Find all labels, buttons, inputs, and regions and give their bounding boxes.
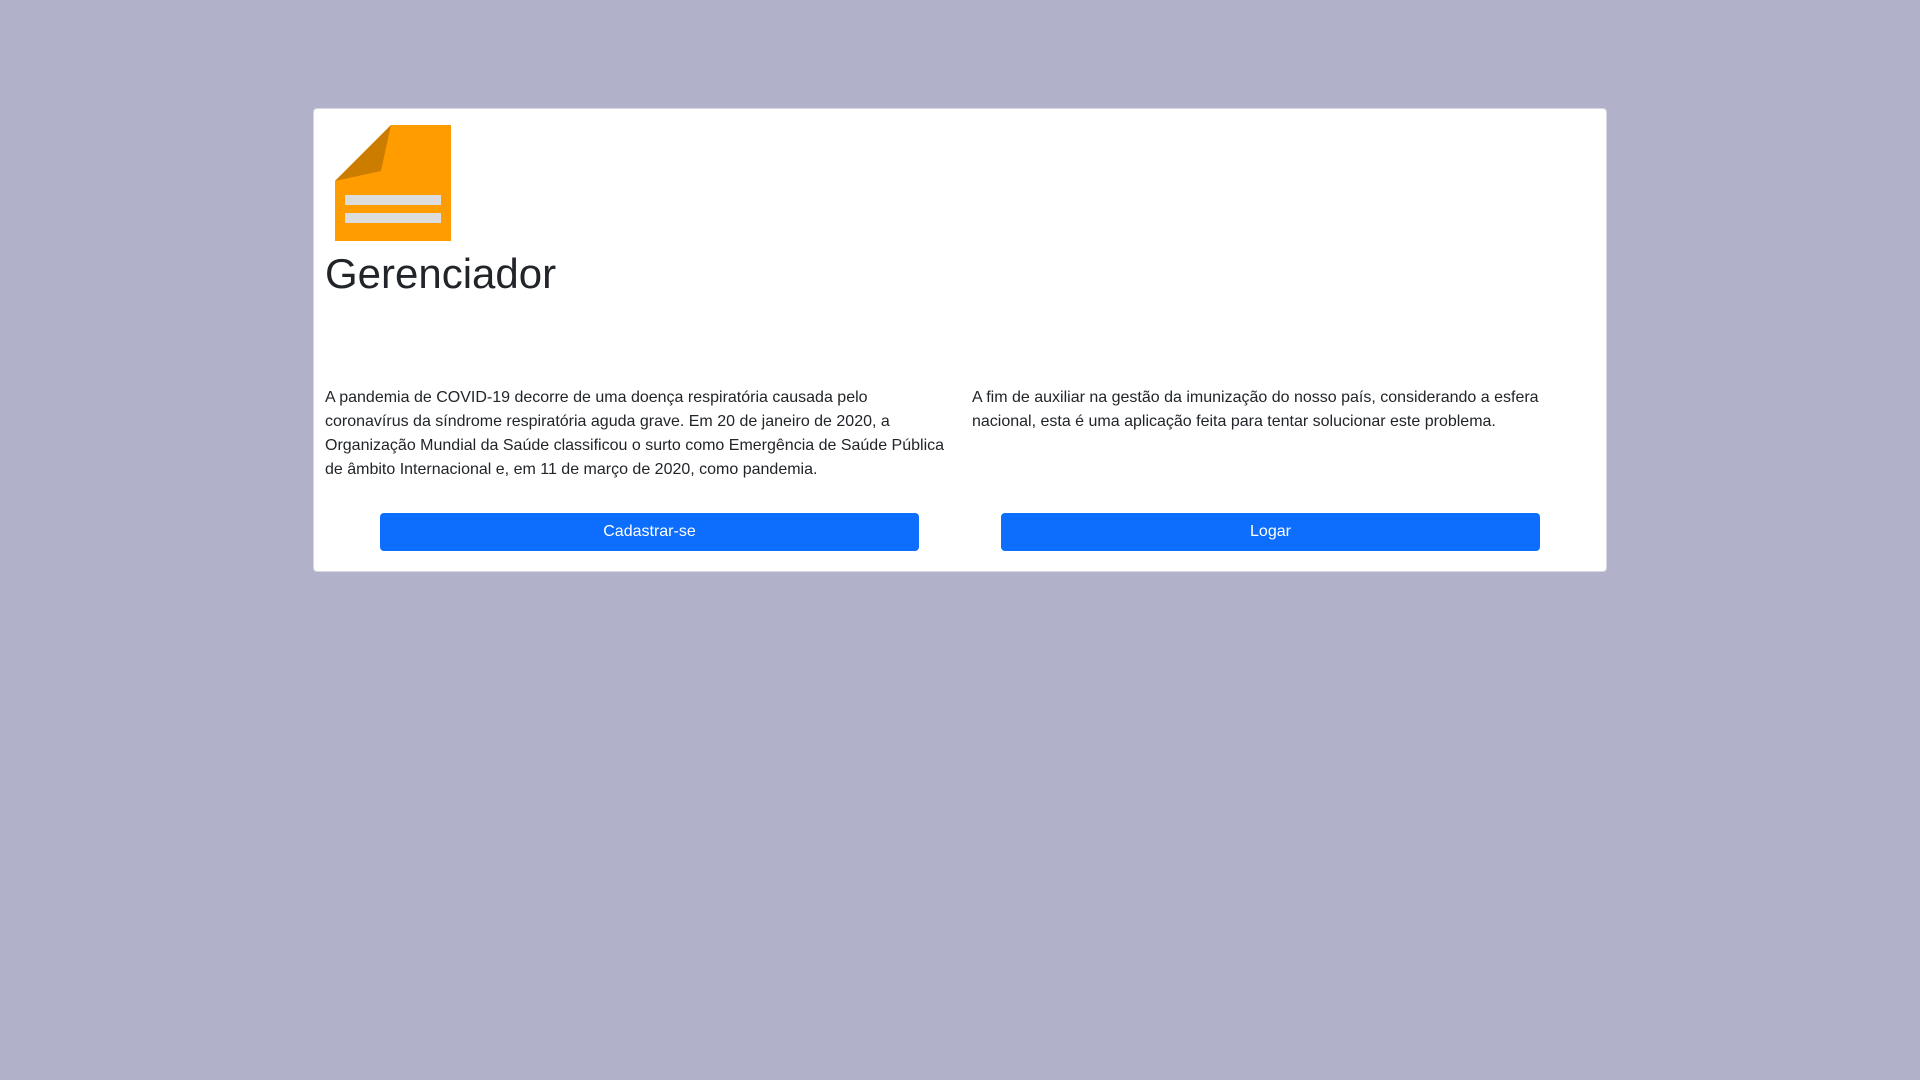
document-icon (335, 125, 451, 241)
covid-description-text: A pandemia de COVID-19 decorre de uma do… (325, 389, 945, 478)
main-card: Gerenciador A pandemia de COVID-19 decor… (313, 108, 1607, 572)
login-button[interactable]: Logar (1001, 513, 1540, 551)
page-title: Gerenciador (325, 250, 557, 297)
register-button[interactable]: Cadastrar-se (380, 513, 919, 551)
app-purpose-text: A fim de auxiliar na gestão da imunizaçã… (972, 389, 1539, 430)
